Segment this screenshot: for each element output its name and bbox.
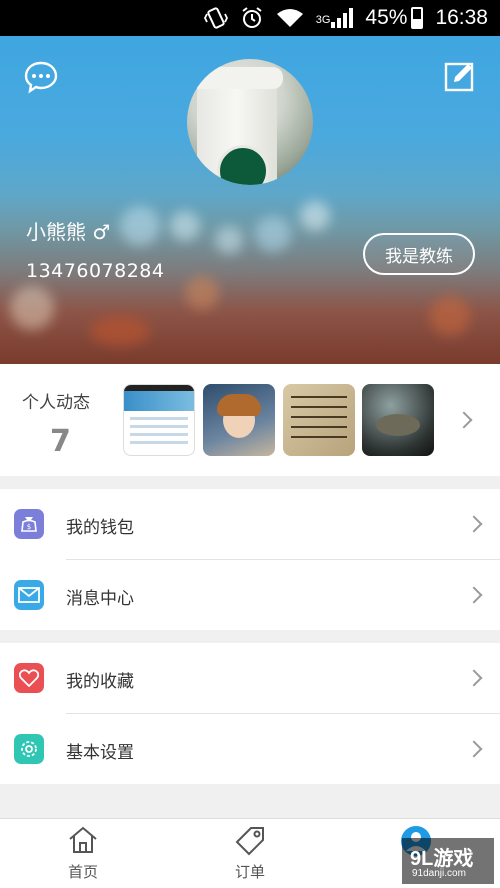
chevron-right-icon xyxy=(465,740,483,758)
menu-item-settings[interactable]: 基本设置 xyxy=(0,714,500,784)
activity-thumbnail-1[interactable] xyxy=(123,384,195,456)
profile-header: 小熊熊 ♂ 13476078284 我是教练 xyxy=(0,36,500,364)
coach-button[interactable]: 我是教练 xyxy=(363,233,475,275)
tab-label: 订单 xyxy=(234,863,265,881)
battery-icon xyxy=(411,7,424,29)
home-icon xyxy=(67,825,99,859)
gear-icon xyxy=(14,734,44,764)
watermark-site: 91danji.com xyxy=(412,868,466,879)
activity-thumbnail-3[interactable] xyxy=(283,384,355,456)
network-type: 3G xyxy=(315,14,331,26)
menu-item-label: 基本设置 xyxy=(66,743,134,763)
mail-icon xyxy=(14,580,44,610)
signal-icon: 3G xyxy=(316,8,354,28)
activity-thumbnail-2[interactable] xyxy=(203,384,275,456)
wifi-icon xyxy=(276,7,304,29)
phone-number: 13476078284 xyxy=(26,260,165,282)
watermark-brand: 9L游戏 xyxy=(410,848,474,870)
menu-item-messages[interactable]: 消息中心 xyxy=(0,560,500,630)
chevron-right-icon xyxy=(465,669,483,687)
activity-section[interactable]: 个人动态 7 xyxy=(0,364,500,476)
chat-icon[interactable] xyxy=(24,60,58,98)
alarm-icon xyxy=(240,6,264,30)
tag-icon xyxy=(233,824,267,860)
menu-group-1: $ 我的钱包 消息中心 xyxy=(0,489,500,630)
watermark: 9L游戏 91danji.com xyxy=(402,838,494,884)
menu-item-label: 消息中心 xyxy=(66,589,134,609)
tab-home[interactable]: 首页 xyxy=(0,819,166,888)
edit-icon[interactable] xyxy=(444,60,476,96)
battery-percent: 45% xyxy=(365,6,408,29)
activity-thumbnail-4[interactable] xyxy=(362,384,434,456)
activity-chevron-right-icon[interactable] xyxy=(455,411,473,429)
activity-count: 7 xyxy=(50,424,71,459)
user-name: 小熊熊 ♂ xyxy=(26,220,111,244)
menu-item-label: 我的钱包 xyxy=(66,518,134,538)
chevron-right-icon xyxy=(465,586,483,604)
heart-icon xyxy=(14,663,44,693)
chevron-right-icon xyxy=(465,515,483,533)
activity-label: 个人动态 xyxy=(22,393,90,413)
menu-item-label: 我的收藏 xyxy=(66,672,134,692)
tab-orders[interactable]: 订单 xyxy=(167,819,333,888)
menu-item-favorites[interactable]: 我的收藏 xyxy=(0,643,500,713)
svg-text:$: $ xyxy=(27,523,31,531)
tab-label: 首页 xyxy=(67,863,98,881)
menu-item-wallet[interactable]: $ 我的钱包 xyxy=(0,489,500,559)
avatar[interactable] xyxy=(187,59,313,185)
clock: 16:38 xyxy=(435,6,488,29)
status-bar: 3G 45% 16:38 xyxy=(0,0,500,36)
vibrate-icon xyxy=(203,6,228,30)
menu-group-2: 我的收藏 基本设置 xyxy=(0,643,500,784)
wallet-icon: $ xyxy=(14,509,44,539)
